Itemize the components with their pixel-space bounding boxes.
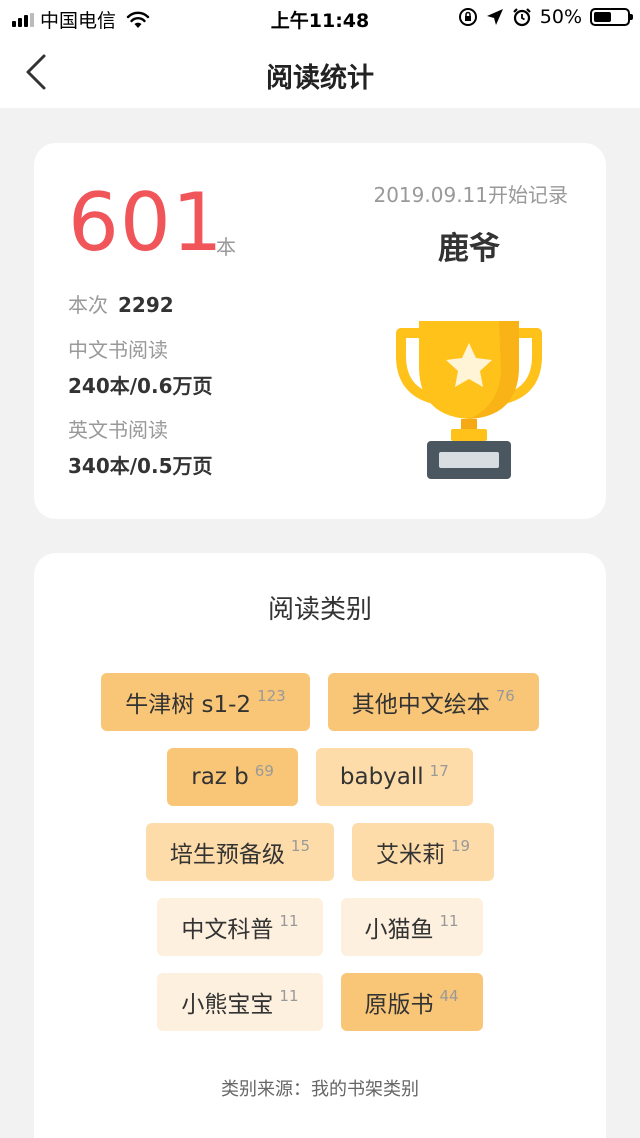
category-tag[interactable]: 原版书 44 xyxy=(340,973,483,1031)
category-tag-count: 19 xyxy=(451,837,471,855)
category-source-note: 类别来源：我的书架类别 xyxy=(221,1079,419,1100)
category-tag-count: 11 xyxy=(279,987,299,1005)
category-tag[interactable]: 培生预备级 15 xyxy=(145,823,334,881)
category-tag-name: 培生预备级 xyxy=(169,842,285,868)
page-title: 阅读统计 xyxy=(266,63,374,94)
status-bar: 中国电信 上午11:48 50% xyxy=(0,0,640,36)
category-tag-name: 其他中文绘本 xyxy=(351,692,490,718)
orientation-lock-icon xyxy=(458,8,477,26)
category-tag[interactable]: babyall 17 xyxy=(315,748,473,806)
category-tag[interactable]: 艾米莉 19 xyxy=(352,823,495,881)
category-tag-count: 11 xyxy=(279,912,299,930)
english-reading-label: 英文书阅读 xyxy=(68,418,168,442)
category-tag-name: 小猫鱼 xyxy=(364,917,434,943)
total-book-unit: 本 xyxy=(216,235,236,259)
nav-bar: 阅读统计 xyxy=(0,36,640,108)
category-tag-count: 44 xyxy=(439,987,459,1005)
category-tag-name: babyall xyxy=(339,764,424,790)
location-icon xyxy=(486,9,503,25)
alarm-icon xyxy=(512,8,531,27)
chinese-reading-value: 240本/0.6万页 xyxy=(68,374,213,398)
category-tag-count: 76 xyxy=(495,687,515,705)
category-tag-name: 牛津树 s1-2 xyxy=(125,692,252,718)
category-row: 中文科普 11 小猫鱼 11 xyxy=(34,898,606,956)
battery-icon xyxy=(590,8,633,26)
summary-card: 601 本 2019.09.11开始记录 鹿爷 本次 2292 中文书阅读 240… xyxy=(34,143,606,519)
category-tag[interactable]: 其他中文绘本 76 xyxy=(327,673,539,731)
reading-categories-card: 阅读类别 牛津树 s1-2 123 其他中文绘本 76 raz b 69 babyall 17… xyxy=(34,553,606,1138)
category-tag-name: 小熊宝宝 xyxy=(181,992,274,1018)
chinese-reading-label: 中文书阅读 xyxy=(68,338,168,362)
category-tag[interactable]: raz b 69 xyxy=(167,748,298,806)
category-tag-count: 123 xyxy=(257,687,286,705)
battery-percent: 50% xyxy=(539,6,582,28)
status-right: 50% xyxy=(458,6,633,28)
record-start-date: 2019.09.11开始记录 xyxy=(373,183,568,207)
categories-title: 阅读类别 xyxy=(267,595,372,625)
category-tag-name: 中文科普 xyxy=(181,917,274,943)
this-time-value: 2292 xyxy=(118,293,174,317)
category-tag-name: 原版书 xyxy=(364,992,434,1018)
category-row: 小熊宝宝 11 原版书 44 xyxy=(34,973,606,1031)
user-name: 鹿爷 xyxy=(438,231,500,267)
this-time-row: 本次 2292 xyxy=(68,289,174,318)
category-row: raz b 69 babyall 17 xyxy=(34,748,606,806)
category-tag-count: 69 xyxy=(254,762,274,780)
this-time-label: 本次 xyxy=(68,293,108,317)
english-reading-value: 340本/0.5万页 xyxy=(68,454,213,478)
category-tag-count: 17 xyxy=(429,762,449,780)
category-tag-name: raz b xyxy=(191,764,249,790)
category-tag-name: 艾米莉 xyxy=(376,842,445,868)
category-tag[interactable]: 牛津树 s1-2 123 xyxy=(101,673,310,731)
category-tag[interactable]: 小猫鱼 11 xyxy=(340,898,483,956)
category-row: 培生预备级 15 艾米莉 19 xyxy=(34,823,606,881)
total-book-count: 601 xyxy=(68,176,224,269)
trophy-icon xyxy=(396,321,542,479)
category-row: 牛津树 s1-2 123 其他中文绘本 76 xyxy=(34,673,606,731)
category-tag-count: 15 xyxy=(290,837,310,855)
category-tag[interactable]: 中文科普 11 xyxy=(157,898,323,956)
category-tag[interactable]: 小熊宝宝 11 xyxy=(157,973,323,1031)
category-tag-count: 11 xyxy=(439,912,459,930)
